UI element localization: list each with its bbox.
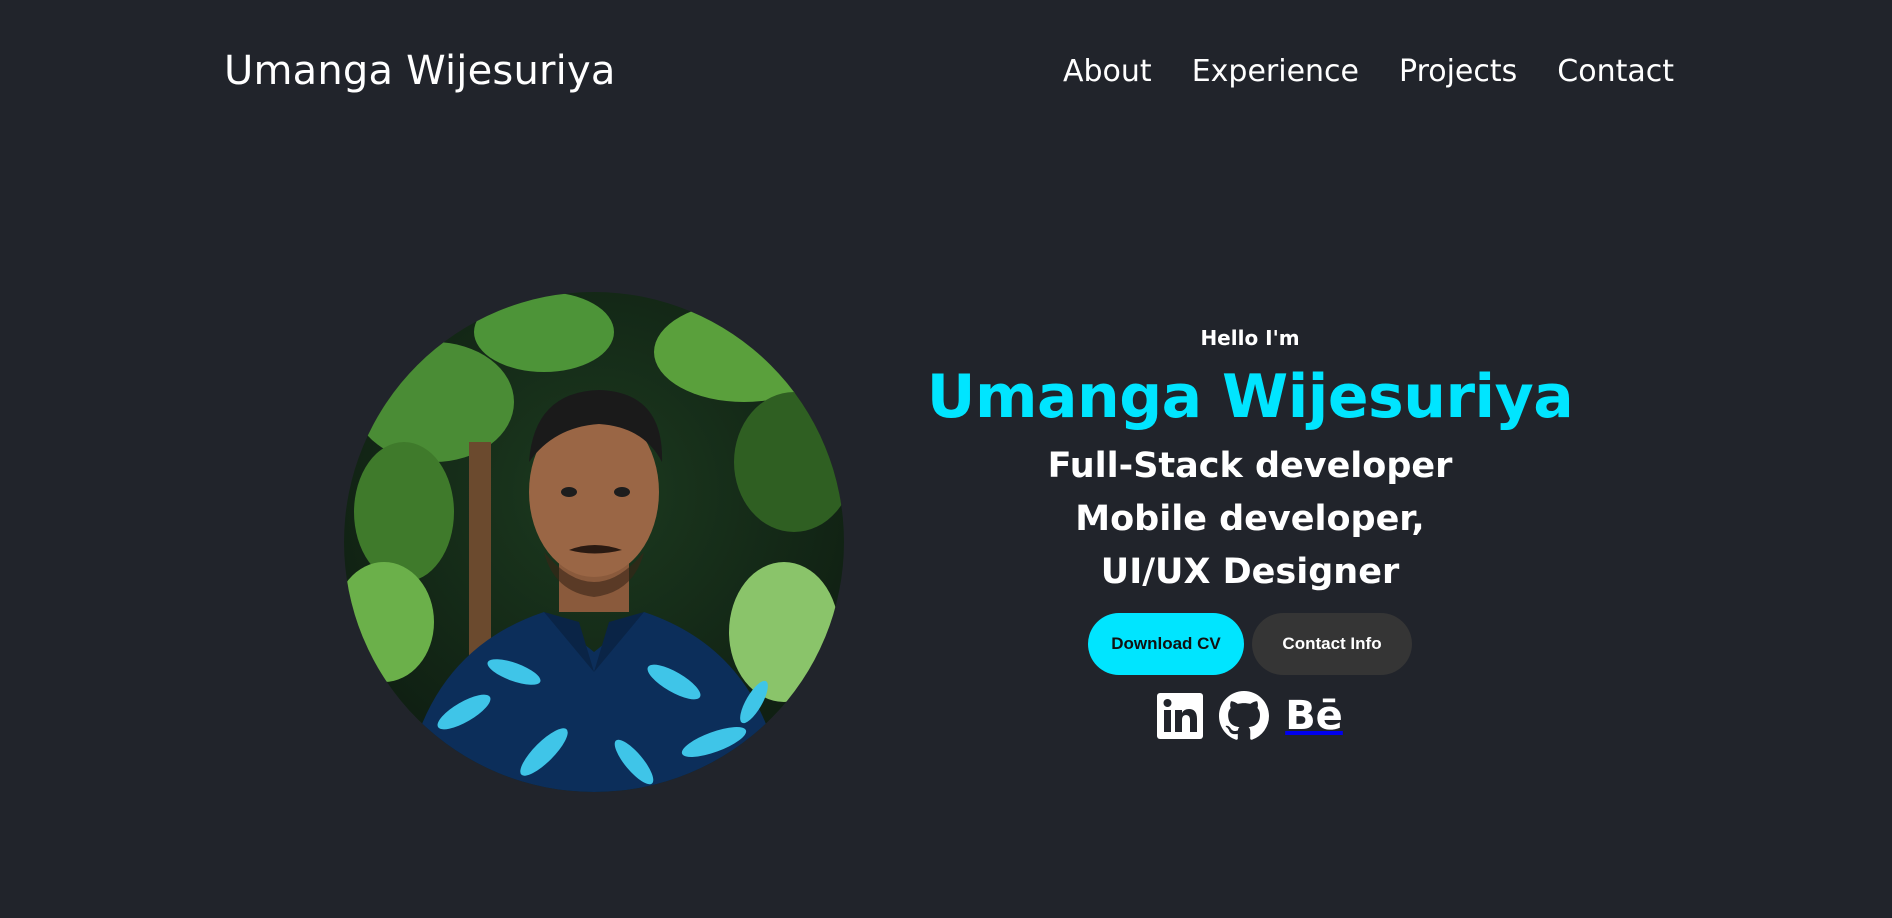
nav-link-experience[interactable]: Experience xyxy=(1192,54,1359,89)
role-mobile: Mobile developer, xyxy=(1075,499,1425,539)
site-logo[interactable]: Umanga Wijesuriya xyxy=(224,48,616,94)
profile-picture xyxy=(344,292,844,792)
nav-item-about: About xyxy=(1063,54,1152,89)
nav-item-contact: Contact xyxy=(1557,54,1674,89)
profile-photo-illustration xyxy=(344,292,844,792)
social-links: Bē xyxy=(900,691,1600,741)
contact-info-button[interactable]: Contact Info xyxy=(1252,613,1412,675)
nav-item-experience: Experience xyxy=(1192,54,1359,89)
download-cv-button[interactable]: Download CV xyxy=(1088,613,1244,675)
site-header: Umanga Wijesuriya About Experience Proje… xyxy=(0,0,1892,150)
nav-menu: About Experience Projects Contact xyxy=(1063,54,1674,89)
linkedin-link[interactable] xyxy=(1157,691,1204,741)
roles-list: Full-Stack developer Mobile developer, U… xyxy=(900,440,1600,599)
linkedin-icon xyxy=(1157,693,1204,739)
nav-link-projects[interactable]: Projects xyxy=(1399,54,1517,89)
nav-link-about[interactable]: About xyxy=(1063,54,1152,89)
hero-section: Hello I'm Umanga Wijesuriya Full-Stack d… xyxy=(900,326,1600,741)
role-fullstack: Full-Stack developer xyxy=(1047,446,1453,486)
github-link[interactable] xyxy=(1219,691,1270,741)
greeting-text: Hello I'm xyxy=(1200,326,1300,350)
nav-item-projects: Projects xyxy=(1399,54,1517,89)
behance-link[interactable]: Bē xyxy=(1285,691,1343,741)
hero-name: Umanga Wijesuriya xyxy=(926,362,1574,432)
role-uiux: UI/UX Designer xyxy=(1100,552,1400,592)
github-icon xyxy=(1219,691,1270,740)
hero-buttons: Download CV Contact Info xyxy=(900,613,1600,675)
nav-link-contact[interactable]: Contact xyxy=(1557,54,1674,89)
behance-icon: Bē xyxy=(1285,693,1343,739)
